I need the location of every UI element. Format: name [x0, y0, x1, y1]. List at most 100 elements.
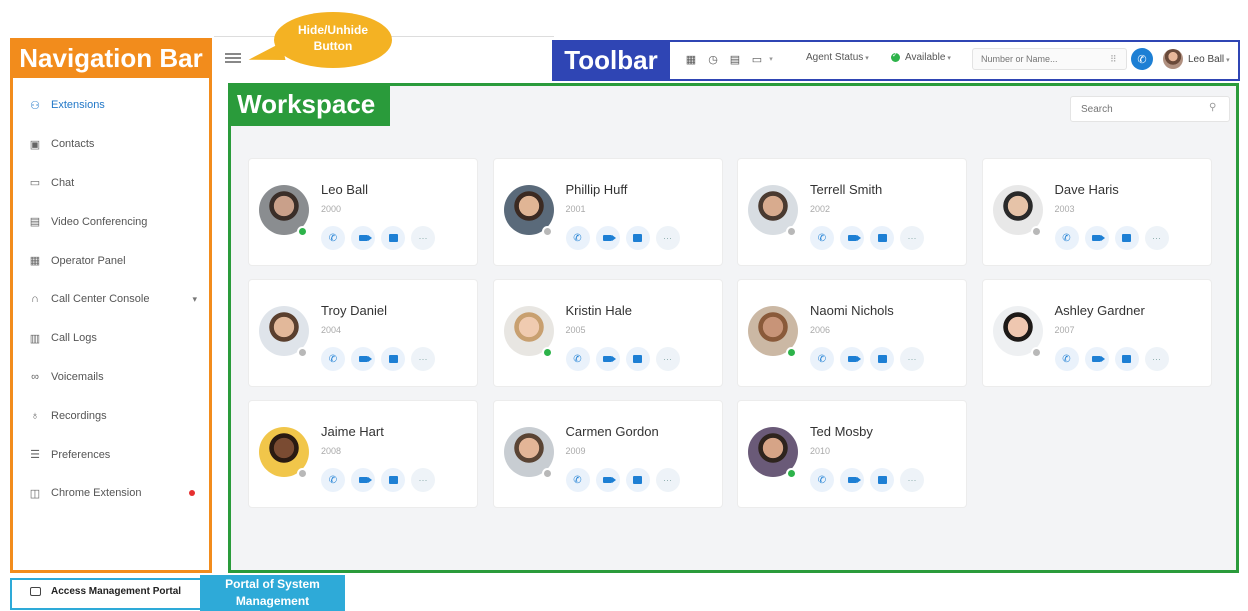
extension-card[interactable]: Ashley Gardner 2007 ✆ ···	[981, 279, 1212, 387]
video-call-button[interactable]	[595, 468, 620, 492]
sidebar-item-preferences[interactable]: ☰ Preferences	[22, 435, 207, 474]
number-or-name-input[interactable]	[972, 48, 1127, 70]
presence-status-icon	[786, 468, 797, 479]
call-button[interactable]: ✆	[1054, 226, 1079, 250]
sidebar-item-extensions[interactable]: ⚇ Extensions	[22, 86, 207, 125]
call-button[interactable]: ✆	[565, 468, 590, 492]
voicemail-icon: ∞	[31, 370, 39, 383]
video-call-button[interactable]	[351, 468, 375, 492]
more-button[interactable]: ···	[411, 226, 435, 250]
calendar-icon[interactable]: ▤	[728, 52, 742, 66]
chat-button[interactable]	[1114, 226, 1139, 250]
video-call-button[interactable]	[840, 347, 864, 371]
more-button[interactable]: ···	[900, 468, 924, 492]
video-call-button[interactable]	[840, 226, 864, 250]
video-call-button[interactable]	[351, 347, 375, 371]
sidebar-item-label: Voicemails	[51, 370, 104, 383]
video-icon	[847, 477, 861, 483]
video-call-button[interactable]	[1084, 226, 1109, 250]
video-icon	[358, 356, 372, 362]
call-button[interactable]: ✆	[1131, 48, 1153, 70]
chat-button[interactable]	[381, 226, 405, 250]
chat-button[interactable]	[870, 347, 894, 371]
headset-icon: ∩	[31, 293, 39, 306]
call-button[interactable]: ✆	[565, 347, 590, 371]
video-icon	[1092, 235, 1105, 241]
user-menu[interactable]: Leo Ball ▾	[1188, 54, 1230, 65]
sidebar-item-call-logs[interactable]: ▥ Call Logs	[22, 319, 207, 358]
extension-card[interactable]: Leo Ball 2000 ✆ ···	[248, 158, 478, 266]
call-button[interactable]: ✆	[321, 226, 345, 250]
sidebar-item-call-center-console[interactable]: ∩ Call Center Console ▾	[22, 280, 207, 319]
video-icon	[603, 477, 616, 483]
chat-button[interactable]	[625, 468, 650, 492]
chat-button[interactable]	[1114, 347, 1139, 371]
more-button[interactable]: ···	[900, 226, 924, 250]
extension-number: 2000	[321, 204, 342, 214]
chat-icon	[1122, 355, 1131, 363]
extension-card[interactable]: Dave Haris 2003 ✆ ···	[981, 158, 1212, 266]
extension-card[interactable]: Troy Daniel 2004 ✆ ···	[248, 279, 478, 387]
video-call-button[interactable]	[840, 468, 864, 492]
call-button[interactable]: ✆	[321, 347, 345, 371]
extension-card[interactable]: Terrell Smith 2002 ✆ ···	[737, 158, 967, 266]
extension-card[interactable]: Phillip Huff 2001 ✆ ···	[492, 158, 723, 266]
agent-status-select[interactable]: Agent Status ▾	[806, 52, 869, 63]
sidebar-item-chat[interactable]: ▭ Chat	[22, 164, 207, 203]
call-button[interactable]: ✆	[810, 468, 834, 492]
chat-button[interactable]	[381, 347, 405, 371]
extension-card[interactable]: Kristin Hale 2005 ✆ ···	[492, 279, 723, 387]
call-button[interactable]: ✆	[321, 468, 345, 492]
clock-icon[interactable]: ◷	[706, 52, 720, 66]
sidebar-item-video-conferencing[interactable]: ▤ Video Conferencing	[22, 202, 207, 241]
more-button[interactable]: ···	[655, 347, 680, 371]
hide-unhide-button[interactable]	[224, 51, 242, 65]
sidebar-item-chrome-extension[interactable]: ◫ Chrome Extension	[22, 474, 207, 513]
more-button[interactable]: ···	[1144, 347, 1169, 371]
extension-card[interactable]: Jaime Hart 2008 ✆ ···	[248, 400, 478, 508]
extension-actions: ✆ ···	[810, 347, 930, 371]
more-button[interactable]: ···	[411, 347, 435, 371]
search-input[interactable]	[1070, 96, 1230, 122]
more-button[interactable]: ···	[655, 468, 680, 492]
chat-button[interactable]	[381, 468, 405, 492]
video-call-button[interactable]	[595, 347, 620, 371]
keypad-icon[interactable]: ⠿	[1110, 54, 1117, 65]
chat-button[interactable]	[870, 468, 894, 492]
more-button[interactable]: ···	[1144, 226, 1169, 250]
video-call-button[interactable]	[595, 226, 620, 250]
sidebar-item-contacts[interactable]: ▣ Contacts	[22, 125, 207, 164]
chevron-down-icon[interactable]: ▾	[764, 52, 778, 66]
access-management-portal-link[interactable]: Access Management Portal	[20, 586, 181, 597]
sidebar-item-voicemails[interactable]: ∞ Voicemails	[22, 358, 207, 397]
chat-icon	[877, 355, 887, 363]
chat-button[interactable]	[625, 226, 650, 250]
call-button[interactable]: ✆	[810, 226, 834, 250]
call-button[interactable]: ✆	[810, 347, 834, 371]
chevron-down-icon[interactable]: ▾	[192, 294, 197, 305]
more-icon: ···	[418, 354, 428, 364]
extension-card[interactable]: Naomi Nichols 2006 ✆ ···	[737, 279, 967, 387]
more-button[interactable]: ···	[655, 226, 680, 250]
extension-name: Leo Ball	[321, 182, 368, 197]
extension-name: Ashley Gardner	[1054, 303, 1145, 318]
sidebar-item-label: Extensions	[51, 99, 105, 112]
presence-status-icon	[297, 468, 308, 479]
chat-button[interactable]	[625, 347, 650, 371]
more-icon: ···	[1152, 233, 1161, 243]
call-button[interactable]: ✆	[565, 226, 590, 250]
dialpad-icon[interactable]: ▦	[684, 52, 698, 66]
more-button[interactable]: ···	[900, 347, 924, 371]
video-call-button[interactable]	[351, 226, 375, 250]
availability-select[interactable]: Available▾	[891, 51, 951, 63]
screen-icon[interactable]: ▭	[750, 52, 764, 66]
call-button[interactable]: ✆	[1054, 347, 1079, 371]
video-call-button[interactable]	[1084, 347, 1109, 371]
user-avatar[interactable]	[1163, 49, 1183, 69]
chat-button[interactable]	[870, 226, 894, 250]
extension-card[interactable]: Carmen Gordon 2009 ✆ ···	[492, 400, 723, 508]
sidebar-item-operator-panel[interactable]: ▦ Operator Panel	[22, 241, 207, 280]
extension-card[interactable]: Ted Mosby 2010 ✆ ···	[737, 400, 967, 508]
more-button[interactable]: ···	[411, 468, 435, 492]
sidebar-item-recordings[interactable]: ♁ Recordings	[22, 396, 207, 435]
